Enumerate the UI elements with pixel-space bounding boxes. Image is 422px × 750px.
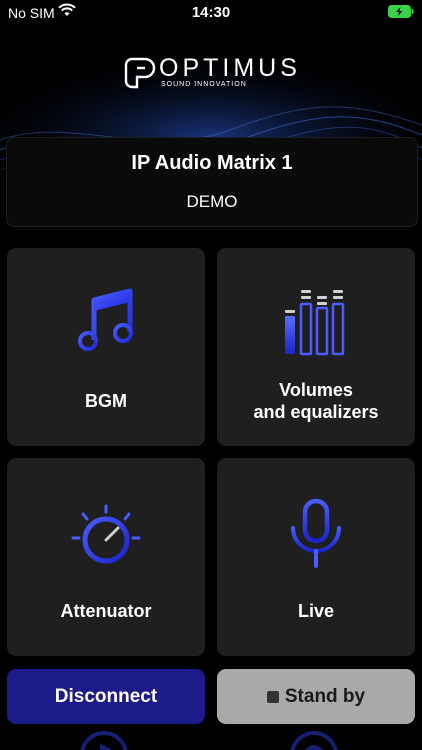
disconnect-label: Disconnect xyxy=(54,685,158,707)
tile-volumes-label-line2: and equalizers xyxy=(253,402,379,422)
tile-bgm[interactable]: BGM xyxy=(7,248,205,446)
play-icon xyxy=(80,731,128,750)
tile-live[interactable]: Live xyxy=(217,458,415,656)
stop-square-icon xyxy=(266,690,279,703)
tile-attenuator-label: Attenuator xyxy=(60,601,152,621)
disconnect-button[interactable]: Disconnect xyxy=(7,669,205,724)
knob-icon xyxy=(71,504,141,564)
tile-volumes[interactable]: Volumes and equalizers xyxy=(217,248,415,446)
tile-volumes-label: Volumes and equalizers xyxy=(217,379,415,423)
music-note-icon xyxy=(78,288,133,351)
device-name: IP Audio Matrix 1 xyxy=(131,152,293,174)
optimus-logo: OPTIMUS SOUND INNOVATION xyxy=(123,54,297,95)
tile-volumes-label-line1: Volumes xyxy=(279,380,353,400)
standby-label: Stand by xyxy=(284,685,366,707)
logo-brand: OPTIMUS xyxy=(159,54,301,82)
device-mode: DEMO xyxy=(186,192,238,211)
standby-button[interactable]: Stand by xyxy=(217,669,415,724)
logo-tagline: SOUND INNOVATION xyxy=(161,81,247,88)
equalizer-icon xyxy=(285,290,345,356)
status-bar: No SIM 14:30 xyxy=(0,0,422,26)
battery-charging-icon xyxy=(388,5,414,18)
tile-attenuator[interactable]: Attenuator xyxy=(7,458,205,656)
tile-bgm-label: BGM xyxy=(85,391,127,411)
clock: 14:30 xyxy=(191,4,231,21)
speaker-icon xyxy=(290,731,338,750)
logo-mark-icon xyxy=(124,57,156,89)
device-card[interactable]: IP Audio Matrix 1 DEMO xyxy=(6,137,418,227)
microphone-icon xyxy=(291,498,341,568)
tile-live-label: Live xyxy=(297,601,335,621)
